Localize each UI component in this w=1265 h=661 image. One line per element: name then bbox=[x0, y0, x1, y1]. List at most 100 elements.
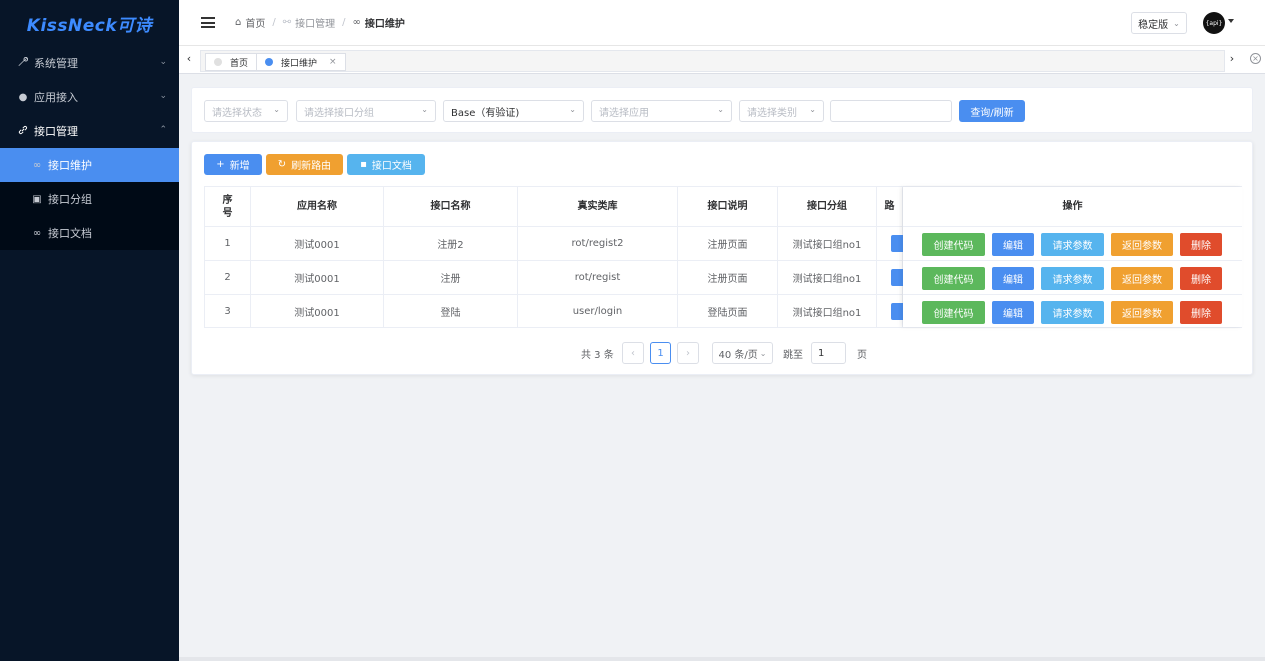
delete-button[interactable]: 删除 bbox=[1180, 267, 1222, 290]
infinity-icon: ∞ bbox=[32, 159, 42, 171]
table-header-real-class: 真实类库 bbox=[518, 187, 678, 227]
chevron-down-icon: ⌄ bbox=[159, 91, 167, 101]
prev-page-icon[interactable]: ‹ bbox=[622, 342, 644, 364]
return-params-button[interactable]: 返回参数 bbox=[1111, 233, 1173, 256]
chevron-down-icon: ⌄ bbox=[421, 105, 428, 114]
wrench-icon bbox=[16, 56, 30, 70]
table-header-api-desc: 接口说明 bbox=[678, 187, 778, 227]
version-select[interactable]: 稳定版 ⌄ bbox=[1131, 12, 1187, 34]
tab-dot-icon bbox=[214, 58, 222, 66]
tabs-bar: ‹ 首页 接口维护 × › × bbox=[179, 46, 1265, 74]
submenu-api-management: ∞ 接口维护 ▣ 接口分组 ∞ 接口文档 bbox=[0, 148, 179, 250]
refresh-route-button[interactable]: ↻ 刷新路由 bbox=[266, 154, 343, 175]
table-cell-index: 1 bbox=[205, 227, 251, 261]
caret-down-icon[interactable] bbox=[1228, 19, 1234, 23]
breadcrumb-separator: / bbox=[272, 17, 276, 28]
request-params-button[interactable]: 请求参数 bbox=[1041, 233, 1104, 256]
auth-select[interactable]: Base（有验证) ⌄ bbox=[443, 100, 584, 122]
app-select[interactable]: 请选择应用 ⌄ bbox=[591, 100, 732, 122]
close-icon[interactable]: × bbox=[329, 57, 337, 67]
delete-button[interactable]: 删除 bbox=[1180, 301, 1222, 324]
create-code-button[interactable]: 创建代码 bbox=[922, 267, 985, 290]
refresh-icon: ↻ bbox=[277, 159, 287, 170]
add-button[interactable]: + 新增 bbox=[204, 154, 262, 175]
page-size-label: 40 条/页 bbox=[718, 349, 758, 361]
breadcrumb-item-api-management[interactable]: 接口管理 bbox=[295, 15, 335, 30]
api-doc-label: 接口文档 bbox=[371, 161, 412, 172]
logo: KissNeck可诗 bbox=[26, 15, 153, 36]
sidebar-item-api-management[interactable]: 接口管理 ⌃ bbox=[0, 114, 179, 148]
request-params-button[interactable]: 请求参数 bbox=[1041, 301, 1104, 324]
edit-button[interactable]: 编辑 bbox=[992, 233, 1034, 256]
table-cell-index: 2 bbox=[205, 261, 251, 295]
edit-button[interactable]: 编辑 bbox=[992, 267, 1034, 290]
page-size-select[interactable]: 40 条/页 ⌄ bbox=[712, 342, 773, 364]
chevron-down-icon: ⌄ bbox=[759, 348, 767, 358]
delete-button[interactable]: 删除 bbox=[1180, 233, 1222, 256]
sidebar-item-label: 系统管理 bbox=[34, 57, 78, 70]
table-cell-api-desc: 注册页面 bbox=[678, 227, 778, 261]
return-params-button[interactable]: 返回参数 bbox=[1111, 301, 1173, 324]
type-select[interactable]: 请选择类别 ⌄ bbox=[739, 100, 824, 122]
tab-dot-icon bbox=[265, 58, 273, 66]
chevron-up-icon: ⌃ bbox=[159, 125, 167, 135]
refresh-route-label: 刷新路由 bbox=[291, 161, 332, 172]
table-cell-api-group: 测试接口组no1 bbox=[778, 295, 877, 328]
breadcrumb-item-current: 接口维护 bbox=[364, 19, 405, 30]
status-select[interactable]: 请选择状态 ⌄ bbox=[204, 100, 288, 122]
avatar[interactable]: {api} bbox=[1203, 12, 1225, 34]
document-icon: ▪ bbox=[360, 159, 367, 170]
table-cell-api-name: 注册 bbox=[384, 261, 518, 295]
goto-page-input[interactable]: 1 bbox=[811, 342, 846, 364]
status-select-placeholder: 请选择状态 bbox=[212, 107, 262, 119]
infinity-icon: ∞ bbox=[352, 17, 361, 28]
request-params-button[interactable]: 请求参数 bbox=[1041, 267, 1104, 290]
pagination-total: 共 3 条 bbox=[581, 349, 614, 361]
table-cell-api-name: 注册2 bbox=[384, 227, 518, 261]
version-label: 稳定版 bbox=[1138, 19, 1169, 31]
keyword-input[interactable] bbox=[830, 100, 952, 122]
tab-api-maintenance[interactable]: 接口维护 × bbox=[256, 53, 346, 71]
dot-icon: ● bbox=[18, 91, 28, 103]
header: ⌂ 首页 / ⚯ 接口管理 / ∞ 接口维护 稳定版 ⌄ {api} bbox=[179, 0, 1265, 46]
close-all-tabs-icon[interactable]: × bbox=[1250, 53, 1261, 64]
sidebar-item-api-doc[interactable]: ∞ 接口文档 bbox=[0, 216, 179, 250]
return-params-button[interactable]: 返回参数 bbox=[1111, 267, 1173, 290]
tab-home[interactable]: 首页 bbox=[205, 53, 258, 71]
filter-panel: 请选择状态 ⌄ 请选择接口分组 ⌄ Base（有验证) ⌄ 请选择应用 ⌄ 请选… bbox=[191, 87, 1253, 133]
table-cell-real-class: user/login bbox=[518, 295, 678, 328]
sidebar: KissNeck可诗 系统管理 ⌄ ● 应用接入 ⌄ 接口管理 ⌃ ∞ 接口维护… bbox=[0, 0, 179, 661]
hamburger-icon[interactable] bbox=[201, 15, 215, 31]
route-button[interactable] bbox=[891, 303, 903, 320]
tabs-scroll-right-icon[interactable]: › bbox=[1226, 52, 1238, 65]
group-select[interactable]: 请选择接口分组 ⌄ bbox=[296, 100, 436, 122]
table-header-index: 序 号 bbox=[205, 187, 251, 227]
page-number-current[interactable]: 1 bbox=[650, 342, 671, 364]
create-code-button[interactable]: 创建代码 bbox=[922, 233, 985, 256]
link-icon: ⚯ bbox=[282, 17, 292, 28]
route-button[interactable] bbox=[891, 235, 903, 252]
sidebar-item-system[interactable]: 系统管理 ⌄ bbox=[0, 46, 179, 80]
sidebar-item-api-group[interactable]: ▣ 接口分组 bbox=[0, 182, 179, 216]
api-doc-button[interactable]: ▪ 接口文档 bbox=[347, 154, 425, 175]
sidebar-item-app-access[interactable]: ● 应用接入 ⌄ bbox=[0, 80, 179, 114]
edit-button[interactable]: 编辑 bbox=[992, 301, 1034, 324]
chevron-down-icon: ⌄ bbox=[273, 105, 280, 114]
main-panel: + 新增 ↻ 刷新路由 ▪ 接口文档 序 号 应用名称 接口名称 真实类库 接口… bbox=[191, 141, 1253, 375]
table-cell-api-group: 测试接口组no1 bbox=[778, 227, 877, 261]
tabs-scroll-left-icon[interactable]: ‹ bbox=[183, 52, 195, 65]
breadcrumb-item-home[interactable]: 首页 bbox=[245, 15, 265, 30]
route-button[interactable] bbox=[891, 269, 903, 286]
pagination: 共 3 条 ‹ 1 › 40 条/页 ⌄ 跳至 1 页 bbox=[192, 342, 1254, 364]
table-header-route: 路 bbox=[877, 187, 903, 227]
next-page-icon[interactable]: › bbox=[677, 342, 699, 364]
query-refresh-button[interactable]: 查询/刷新 bbox=[959, 100, 1025, 122]
chevron-down-icon: ⌄ bbox=[159, 57, 167, 67]
table-header-api-group: 接口分组 bbox=[778, 187, 877, 227]
sidebar-item-label: 接口管理 bbox=[34, 125, 78, 138]
api-table: 序 号 应用名称 接口名称 真实类库 接口说明 接口分组 路 1 测试0001 … bbox=[204, 186, 1242, 328]
sidebar-item-api-maintenance[interactable]: ∞ 接口维护 bbox=[0, 148, 179, 182]
create-code-button[interactable]: 创建代码 bbox=[922, 301, 985, 324]
table-header-actions: 操作 bbox=[903, 187, 1242, 227]
chevron-down-icon: ⌄ bbox=[569, 105, 576, 114]
